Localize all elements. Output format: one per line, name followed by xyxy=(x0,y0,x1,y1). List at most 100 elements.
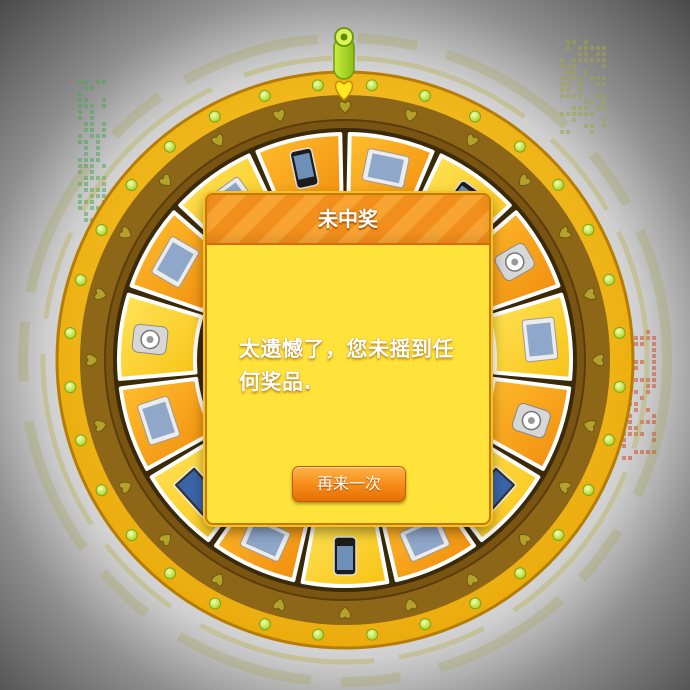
pixel xyxy=(628,432,632,436)
pixel xyxy=(566,76,570,80)
pixel xyxy=(566,130,570,134)
pixel xyxy=(90,128,94,132)
pixel xyxy=(560,82,564,86)
light-bulb xyxy=(513,140,526,153)
pixel xyxy=(652,354,656,358)
pixel xyxy=(578,94,582,98)
pixel xyxy=(634,336,638,340)
pixel xyxy=(578,52,582,56)
pixel xyxy=(84,86,88,90)
pixel xyxy=(578,58,582,62)
dialog-title: 未中奖 xyxy=(318,207,378,231)
pixel xyxy=(572,64,576,68)
pixel xyxy=(602,100,606,104)
pixel xyxy=(622,444,626,448)
pixel xyxy=(84,140,88,144)
pixel xyxy=(96,152,100,156)
pixel xyxy=(90,110,94,114)
pixel xyxy=(78,194,82,198)
pointer-icon xyxy=(333,27,355,101)
light-bulb xyxy=(209,597,222,610)
pixel xyxy=(102,128,106,132)
light-bulb xyxy=(514,567,527,580)
pixel xyxy=(102,164,106,168)
pixel xyxy=(560,76,564,80)
light-bulb xyxy=(468,110,481,123)
pixel xyxy=(578,112,582,116)
pixel xyxy=(652,414,656,418)
pixel xyxy=(596,106,600,110)
pixel xyxy=(590,130,594,134)
pixel xyxy=(634,378,638,382)
pixel xyxy=(84,152,88,156)
pixel xyxy=(634,366,638,370)
pixel xyxy=(102,80,106,84)
pixel xyxy=(584,112,588,116)
phone-icon xyxy=(333,536,357,576)
pixel xyxy=(572,70,576,74)
pixel xyxy=(584,70,588,74)
pixel xyxy=(90,86,94,90)
pixel xyxy=(646,420,650,424)
pixel xyxy=(78,80,82,84)
pixel xyxy=(90,206,94,210)
pixel xyxy=(628,426,632,430)
pixel xyxy=(634,450,638,454)
pixel xyxy=(96,176,100,180)
light-bulb xyxy=(613,326,626,339)
pixel xyxy=(572,58,576,62)
pixel xyxy=(652,348,656,352)
pixel xyxy=(634,342,638,346)
pixel xyxy=(634,408,638,412)
pixel xyxy=(596,94,600,98)
pixel xyxy=(596,52,600,56)
pixel xyxy=(566,94,570,98)
pixel xyxy=(90,176,94,180)
pixel xyxy=(640,450,644,454)
pixel xyxy=(602,118,606,122)
pixel xyxy=(602,106,606,110)
pixel xyxy=(102,188,106,192)
light-bulb xyxy=(74,434,87,447)
pixel xyxy=(566,82,570,86)
pixel xyxy=(84,128,88,132)
pixel xyxy=(640,378,644,382)
light-bulb xyxy=(258,618,271,631)
light-bulb xyxy=(208,110,221,123)
mp3-player-icon xyxy=(131,323,169,356)
decorative-pixel-pattern-left xyxy=(78,80,106,222)
light-bulb xyxy=(125,529,138,542)
pixel xyxy=(652,384,656,388)
pixel xyxy=(90,158,94,162)
pixel xyxy=(652,366,656,370)
light-bulb xyxy=(95,224,108,237)
pixel xyxy=(584,46,588,50)
pixel xyxy=(590,124,594,128)
pixel xyxy=(584,124,588,128)
pixel xyxy=(602,76,606,80)
pixel xyxy=(84,218,88,222)
pixel xyxy=(590,76,594,80)
pixel xyxy=(634,390,638,394)
pixel xyxy=(84,182,88,186)
pixel xyxy=(96,140,100,144)
pixel xyxy=(78,158,82,162)
pixel xyxy=(584,58,588,62)
pixel xyxy=(102,134,106,138)
pixel xyxy=(78,200,82,204)
pixel xyxy=(652,342,656,346)
light-bulb xyxy=(582,223,595,236)
pixel xyxy=(84,212,88,216)
pixel xyxy=(628,420,632,424)
retry-button[interactable]: 再来一次 xyxy=(292,466,406,502)
tablet-icon xyxy=(521,316,559,363)
light-bulb xyxy=(552,178,565,191)
pixel xyxy=(566,112,570,116)
pixel xyxy=(90,104,94,108)
pixel xyxy=(602,124,606,128)
pixel xyxy=(96,158,100,162)
pixel xyxy=(652,378,656,382)
pixel xyxy=(84,188,88,192)
pixel xyxy=(590,46,594,50)
pixel xyxy=(84,104,88,108)
